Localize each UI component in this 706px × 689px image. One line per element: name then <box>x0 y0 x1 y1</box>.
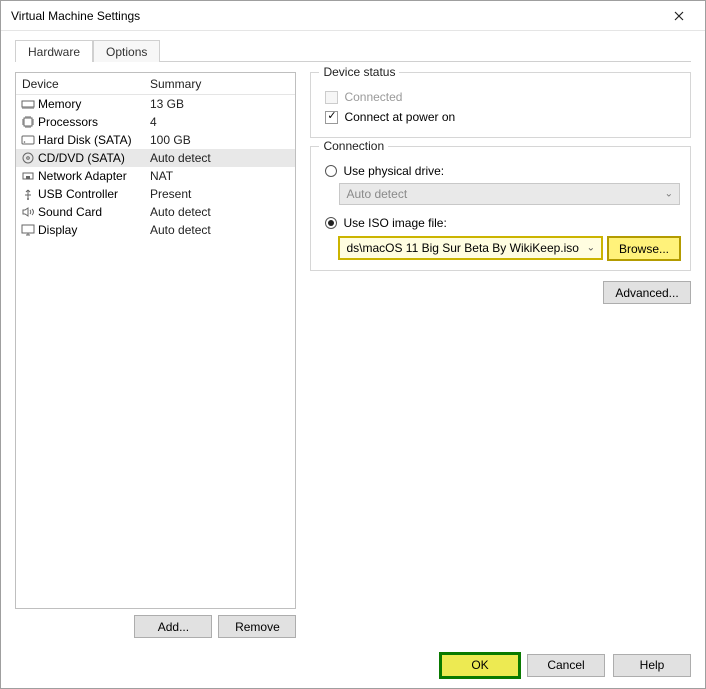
physical-drive-combo: Auto detect ⌄ <box>339 183 680 205</box>
processors-icon <box>20 115 36 129</box>
connection-legend: Connection <box>319 139 388 153</box>
footer: OK Cancel Help <box>1 642 705 688</box>
device-name: USB Controller <box>38 187 150 201</box>
connected-row: Connected <box>325 87 680 107</box>
device-row-memory[interactable]: Memory 13 GB <box>16 95 295 113</box>
iso-row: ds\macOS 11 Big Sur Beta By WikiKeep.iso… <box>339 237 680 260</box>
device-row-network[interactable]: Network Adapter NAT <box>16 167 295 185</box>
connected-checkbox <box>325 91 338 104</box>
use-physical-row[interactable]: Use physical drive: <box>325 161 680 181</box>
device-row-processors[interactable]: Processors 4 <box>16 113 295 131</box>
display-icon <box>20 223 36 237</box>
device-summary: Present <box>150 187 295 201</box>
device-summary: 4 <box>150 115 295 129</box>
window-title: Virtual Machine Settings <box>11 9 659 23</box>
harddisk-icon <box>20 133 36 147</box>
device-name: CD/DVD (SATA) <box>38 151 150 165</box>
device-name: Display <box>38 223 150 237</box>
usb-icon <box>20 187 36 201</box>
device-row-display[interactable]: Display Auto detect <box>16 221 295 239</box>
connect-poweron-label: Connect at power on <box>344 110 455 124</box>
device-list: Device Summary Memory 13 GB Processors 4 <box>15 72 296 609</box>
sound-icon <box>20 205 36 219</box>
body: Device Summary Memory 13 GB Processors 4 <box>1 62 705 642</box>
device-row-sound[interactable]: Sound Card Auto detect <box>16 203 295 221</box>
use-physical-radio[interactable] <box>325 165 337 177</box>
ok-button[interactable]: OK <box>441 654 519 677</box>
device-status-legend: Device status <box>319 65 399 79</box>
close-button[interactable] <box>659 2 699 30</box>
connection-group: Connection Use physical drive: Auto dete… <box>310 146 691 271</box>
tabstrip: Hardware Options <box>1 31 705 61</box>
device-name: Network Adapter <box>38 169 150 183</box>
cddvd-icon <box>20 151 36 165</box>
device-list-header: Device Summary <box>16 73 295 95</box>
chevron-down-icon: ⌄ <box>665 189 673 200</box>
network-icon <box>20 169 36 183</box>
col-header-device[interactable]: Device <box>20 77 150 91</box>
remove-button[interactable]: Remove <box>218 615 296 638</box>
browse-button[interactable]: Browse... <box>608 237 680 260</box>
device-summary: Auto detect <box>150 223 295 237</box>
tab-options[interactable]: Options <box>93 40 160 62</box>
advanced-row: Advanced... <box>310 279 691 304</box>
tab-hardware[interactable]: Hardware <box>15 40 93 62</box>
device-name: Hard Disk (SATA) <box>38 133 150 147</box>
cancel-button[interactable]: Cancel <box>527 654 605 677</box>
device-summary: Auto detect <box>150 151 295 165</box>
chevron-down-icon[interactable]: ⌄ <box>587 243 595 254</box>
device-row-cddvd[interactable]: CD/DVD (SATA) Auto detect <box>16 149 295 167</box>
advanced-button[interactable]: Advanced... <box>603 281 691 304</box>
settings-window: Virtual Machine Settings Hardware Option… <box>0 0 706 689</box>
device-status-group: Device status Connected Connect at power… <box>310 72 691 138</box>
help-button[interactable]: Help <box>613 654 691 677</box>
left-buttons: Add... Remove <box>15 609 296 638</box>
close-icon <box>674 11 684 21</box>
add-button[interactable]: Add... <box>134 615 212 638</box>
device-row-usb[interactable]: USB Controller Present <box>16 185 295 203</box>
physical-drive-value: Auto detect <box>346 187 407 201</box>
device-name: Sound Card <box>38 205 150 219</box>
iso-path-value: ds\macOS 11 Big Sur Beta By WikiKeep.iso <box>346 241 579 255</box>
memory-icon <box>20 97 36 111</box>
device-summary: Auto detect <box>150 205 295 219</box>
device-summary: 100 GB <box>150 133 295 147</box>
connected-label: Connected <box>344 90 402 104</box>
use-iso-label: Use ISO image file: <box>343 216 446 230</box>
device-name: Processors <box>38 115 150 129</box>
device-summary: NAT <box>150 169 295 183</box>
use-physical-label: Use physical drive: <box>343 164 444 178</box>
connect-poweron-row[interactable]: Connect at power on <box>325 107 680 127</box>
right-panel: Device status Connected Connect at power… <box>310 72 691 638</box>
device-summary: 13 GB <box>150 97 295 111</box>
device-name: Memory <box>38 97 150 111</box>
device-rows: Memory 13 GB Processors 4 Hard Disk (SAT… <box>16 95 295 239</box>
titlebar: Virtual Machine Settings <box>1 1 705 31</box>
left-panel: Device Summary Memory 13 GB Processors 4 <box>15 72 296 638</box>
use-iso-radio[interactable] <box>325 217 337 229</box>
device-row-harddisk[interactable]: Hard Disk (SATA) 100 GB <box>16 131 295 149</box>
iso-path-combo[interactable]: ds\macOS 11 Big Sur Beta By WikiKeep.iso… <box>339 237 602 259</box>
connect-poweron-checkbox[interactable] <box>325 111 338 124</box>
use-iso-row[interactable]: Use ISO image file: <box>325 213 680 233</box>
col-header-summary[interactable]: Summary <box>150 77 295 91</box>
